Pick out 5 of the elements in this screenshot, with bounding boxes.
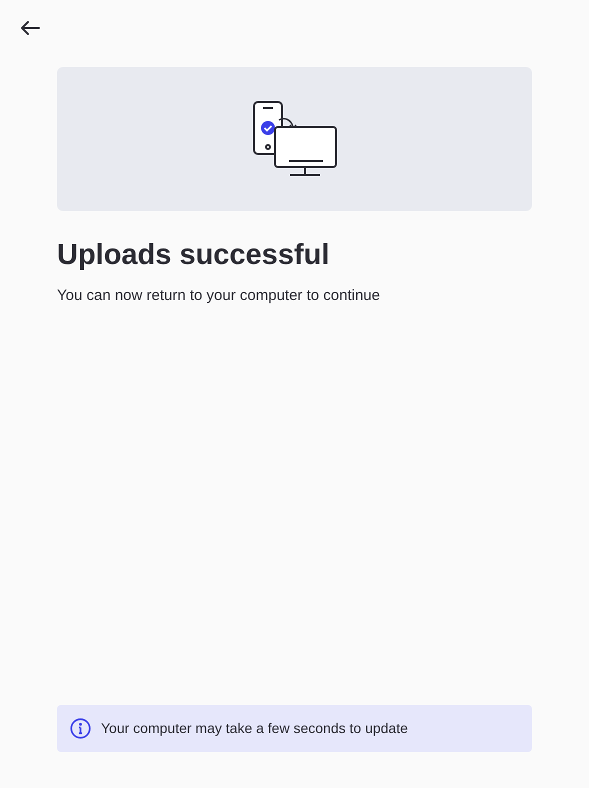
notice-text: Your computer may take a few seconds to update bbox=[101, 719, 408, 738]
instruction-text: You can now return to your computer to continue bbox=[57, 286, 381, 306]
info-icon bbox=[70, 718, 91, 739]
back-arrow-icon bbox=[20, 20, 40, 36]
page-heading: Uploads successful bbox=[57, 238, 330, 273]
